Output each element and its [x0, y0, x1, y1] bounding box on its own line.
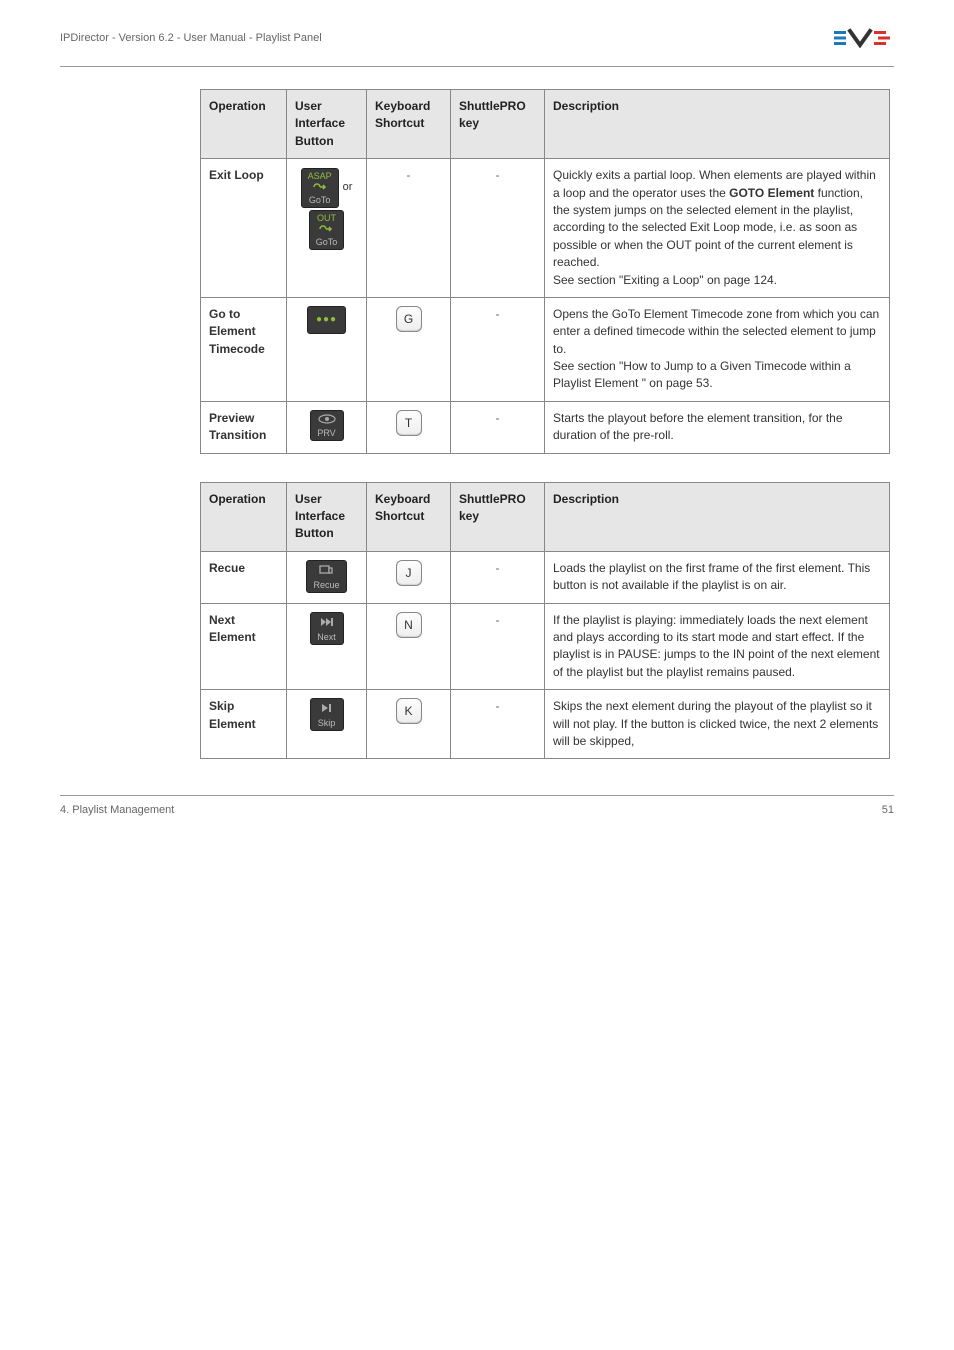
sp-preview-transition: - [451, 401, 545, 453]
kb-recue: J [367, 551, 451, 603]
desc-skip-element: Skips the next element during the playou… [545, 690, 890, 759]
page-header: IPDirector - Version 6.2 - User Manual -… [60, 28, 894, 48]
recue-button[interactable]: Recue [306, 560, 346, 593]
skip-icon [319, 702, 335, 717]
table-row: Exit Loop ASAP GoTo or [201, 159, 890, 298]
uib-goto-element-timecode: ●●● [287, 297, 367, 401]
next-button[interactable]: Next [310, 612, 344, 645]
op-skip-element: Skip Element [201, 690, 287, 759]
next-icon [319, 616, 335, 631]
key-k: K [396, 698, 422, 724]
dots-button[interactable]: ●●● [307, 306, 346, 335]
table-row: Preview Transition PRV T - Starts the pl… [201, 401, 890, 453]
op-goto-element-timecode: Go to Element Timecode [201, 297, 287, 401]
table-row: Skip Element Skip K - Skips the next ele… [201, 690, 890, 759]
col-operation: Operation [201, 90, 287, 159]
col-keyboard-shortcut: Keyboard Shortcut [367, 90, 451, 159]
key-j: J [396, 560, 422, 586]
table-row: Recue Recue J - Loads the playlist on th… [201, 551, 890, 603]
col-operation: Operation [201, 482, 287, 551]
key-g: G [396, 306, 422, 332]
evs-logo [834, 28, 894, 48]
recue-icon [318, 564, 334, 579]
footer-page-number: 51 [882, 804, 894, 816]
sp-exit-loop: - [451, 159, 545, 298]
desc-exit-loop: Quickly exits a partial loop. When eleme… [545, 159, 890, 298]
col-shuttlepro-key: ShuttlePRO key [451, 482, 545, 551]
col-user-interface-button: User Interface Button [287, 482, 367, 551]
loop-arrow-icon [319, 225, 333, 236]
table-row: Next Element Next N - If the playlist is… [201, 603, 890, 690]
skip-button[interactable]: Skip [310, 698, 344, 731]
out-goto-button[interactable]: OUT GoTo [309, 210, 345, 250]
sp-skip-element: - [451, 690, 545, 759]
loop-arrow-icon [313, 183, 327, 194]
kb-exit-loop: - [367, 159, 451, 298]
key-n: N [396, 612, 422, 638]
desc-goto-element-timecode: Opens the GoTo Element Timecode zone fro… [545, 297, 890, 401]
uib-exit-loop: ASAP GoTo or OUT [287, 159, 367, 298]
kb-skip-element: K [367, 690, 451, 759]
footer-section: 4. Playlist Management [60, 804, 174, 816]
sp-next-element: - [451, 603, 545, 690]
header-divider [60, 66, 894, 67]
table-row: Go to Element Timecode ●●● G - Opens the… [201, 297, 890, 401]
kb-next-element: N [367, 603, 451, 690]
header-title: IPDirector - Version 6.2 - User Manual -… [60, 32, 322, 44]
operations-table-2: Operation User Interface Button Keyboard… [200, 482, 890, 760]
op-recue: Recue [201, 551, 287, 603]
col-shuttlepro-key: ShuttlePRO key [451, 90, 545, 159]
op-next-element: Next Element [201, 603, 287, 690]
desc-preview-transition: Starts the playout before the element tr… [545, 401, 890, 453]
uib-skip-element: Skip [287, 690, 367, 759]
prv-button[interactable]: PRV [310, 410, 344, 441]
eye-icon [318, 414, 336, 427]
col-keyboard-shortcut: Keyboard Shortcut [367, 482, 451, 551]
col-user-interface-button: User Interface Button [287, 90, 367, 159]
desc-recue: Loads the playlist on the first frame of… [545, 551, 890, 603]
uib-recue: Recue [287, 551, 367, 603]
sp-goto-element-timecode: - [451, 297, 545, 401]
sp-recue: - [451, 551, 545, 603]
op-preview-transition: Preview Transition [201, 401, 287, 453]
kb-preview-transition: T [367, 401, 451, 453]
uib-preview-transition: PRV [287, 401, 367, 453]
uib-next-element: Next [287, 603, 367, 690]
op-exit-loop: Exit Loop [201, 159, 287, 298]
operations-table-1: Operation User Interface Button Keyboard… [200, 89, 890, 454]
or-label: or [343, 180, 353, 196]
page-footer: 4. Playlist Management 51 [60, 795, 894, 816]
key-t: T [396, 410, 422, 436]
desc-next-element: If the playlist is playing: immediately … [545, 603, 890, 690]
kb-goto-element-timecode: G [367, 297, 451, 401]
asap-goto-button[interactable]: ASAP GoTo [301, 168, 339, 208]
col-description: Description [545, 482, 890, 551]
col-description: Description [545, 90, 890, 159]
